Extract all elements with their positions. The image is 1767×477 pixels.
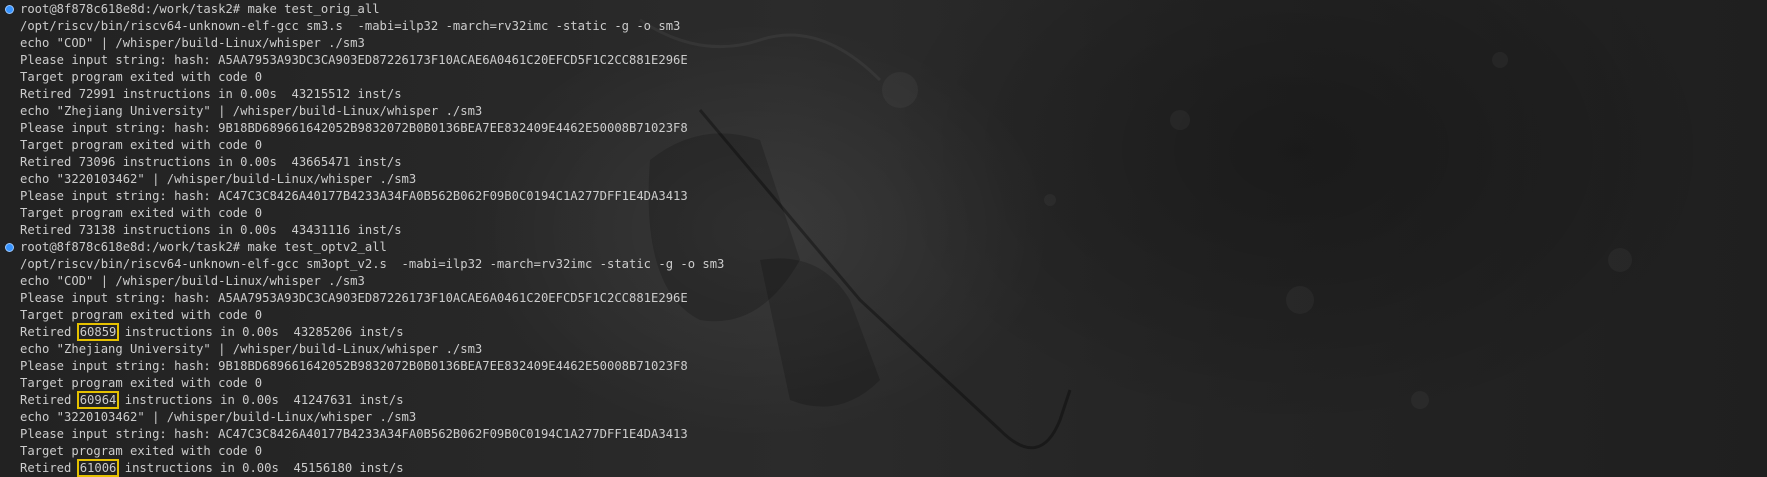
output-line: Please input string: hash: 9B18BD6896616… (20, 121, 688, 135)
output-line: Please input string: hash: A5AA7953A93DC… (20, 53, 688, 67)
highlighted-instruction-count: 60964 (76, 391, 120, 409)
prompt-text: root@8f878c618e8d:/work/task2# (20, 2, 248, 16)
retired-suffix: instructions in 0.00s 45156180 inst/s (117, 461, 404, 475)
retired-line: Retired 73096 instructions in 0.00s 4366… (0, 154, 1767, 171)
retired-suffix: instructions in 0.00s 43285206 inst/s (117, 325, 404, 339)
retired-prefix: Retired (20, 325, 79, 339)
output-line: Please input string: hash: A5AA7953A93DC… (20, 291, 688, 305)
retired-suffix: instructions in 0.00s 43665471 inst/s (115, 155, 402, 169)
output-line: /opt/riscv/bin/riscv64-unknown-elf-gcc s… (20, 19, 681, 33)
retired-line: Retired 72991 instructions in 0.00s 4321… (0, 86, 1767, 103)
command-text: make test_optv2_all (247, 240, 387, 254)
output-line: echo "COD" | /whisper/build-Linux/whispe… (20, 36, 365, 50)
retired-suffix: instructions in 0.00s 43215512 inst/s (115, 87, 402, 101)
instruction-count: 73096 (78, 155, 116, 169)
output-line: echo "3220103462" | /whisper/build-Linux… (20, 410, 417, 424)
highlighted-instruction-count: 60859 (76, 323, 120, 341)
prompt-line: root@8f878c618e8d:/work/task2# make test… (0, 239, 1767, 256)
output-line: Please input string: hash: AC47C3C8426A4… (20, 189, 688, 203)
instruction-count: 72991 (78, 87, 116, 101)
output-line: echo "Zhejiang University" | /whisper/bu… (20, 104, 483, 118)
retired-suffix: instructions in 0.00s 41247631 inst/s (117, 393, 404, 407)
instruction-count: 73138 (78, 223, 116, 237)
prompt-dot-icon (5, 5, 14, 14)
retired-prefix: Retired (20, 87, 79, 101)
retired-line: Retired 60859 instructions in 0.00s 4328… (0, 323, 1767, 341)
retired-prefix: Retired (20, 461, 79, 475)
prompt-line: root@8f878c618e8d:/work/task2# make test… (0, 1, 1767, 18)
retired-prefix: Retired (20, 393, 79, 407)
output-line: Please input string: hash: 9B18BD6896616… (20, 359, 688, 373)
output-line: echo "3220103462" | /whisper/build-Linux… (20, 172, 417, 186)
prompt-text: root@8f878c618e8d:/work/task2# (20, 240, 248, 254)
output-line: Target program exited with code 0 (20, 70, 263, 84)
highlighted-instruction-count: 61006 (76, 459, 120, 477)
output-line: echo "COD" | /whisper/build-Linux/whispe… (20, 274, 365, 288)
output-line: /opt/riscv/bin/riscv64-unknown-elf-gcc s… (20, 257, 725, 271)
output-line: Target program exited with code 0 (20, 138, 263, 152)
output-line: echo "Zhejiang University" | /whisper/bu… (20, 342, 483, 356)
retired-prefix: Retired (20, 223, 79, 237)
output-line: Target program exited with code 0 (20, 376, 263, 390)
command-text: make test_orig_all (247, 2, 380, 16)
retired-prefix: Retired (20, 155, 79, 169)
retired-line: Retired 60964 instructions in 0.00s 4124… (0, 391, 1767, 409)
output-line: Target program exited with code 0 (20, 444, 263, 458)
output-line: Target program exited with code 0 (20, 206, 263, 220)
output-line: Please input string: hash: AC47C3C8426A4… (20, 427, 688, 441)
retired-suffix: instructions in 0.00s 43431116 inst/s (115, 223, 402, 237)
terminal-output[interactable]: root@8f878c618e8d:/work/task2# make test… (0, 0, 1767, 477)
retired-line: Retired 61006 instructions in 0.00s 4515… (0, 459, 1767, 477)
prompt-dot-icon (5, 243, 14, 252)
retired-line: Retired 73138 instructions in 0.00s 4343… (0, 222, 1767, 239)
output-line: Target program exited with code 0 (20, 308, 263, 322)
